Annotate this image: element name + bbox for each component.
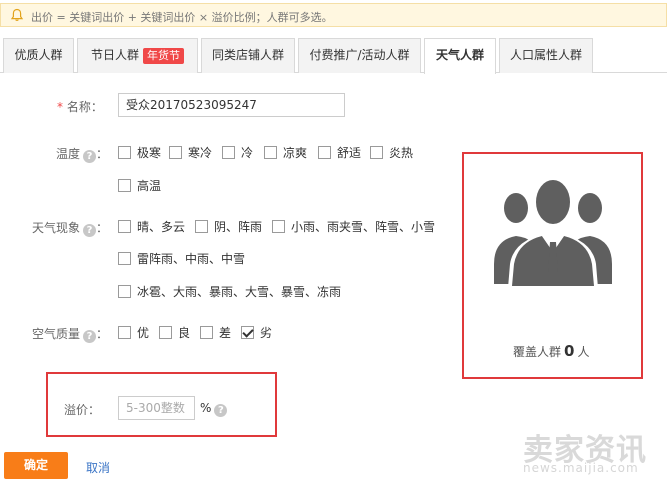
checkbox-checked[interactable] (241, 326, 254, 339)
checkbox[interactable] (118, 285, 131, 298)
checkbox[interactable] (370, 146, 383, 159)
air-quality-label: 空气质量?： (32, 327, 109, 343)
coverage-number: 0 (564, 342, 575, 360)
tab-holiday-audience[interactable]: 节日人群 年货节 (77, 38, 198, 73)
tab-similar-shop-audience[interactable]: 同类店铺人群 (201, 38, 295, 73)
weather-option-light-rain[interactable]: 小雨、雨夹雪、阵雪、小雪 (272, 218, 435, 235)
premium-input[interactable]: 5-300整数 (118, 396, 195, 420)
weather-option-sunny[interactable]: 晴、多云 (118, 218, 185, 235)
checkbox[interactable] (222, 146, 235, 159)
new-year-badge: 年货节 (143, 48, 184, 64)
premium-label: 溢价： (64, 403, 101, 417)
weather-option-thunderstorm[interactable]: 雷阵雨、中雨、中雪 (118, 250, 245, 267)
tab-quality-audience[interactable]: 优质人群 (3, 38, 74, 73)
air-option-excellent[interactable]: 优 (118, 324, 149, 341)
weather-option-heavy-rain[interactable]: 冰雹、大雨、暴雨、大雪、暴雪、冻雨 (118, 283, 341, 300)
coverage-count: 覆盖人群 0 人 (513, 342, 590, 360)
notice-text: 出价 = 关键词出价 + 关键词出价 × 溢价比例；人群可多选。 (31, 11, 333, 24)
required-asterisk: * (57, 100, 67, 114)
weather-option-overcast[interactable]: 阴、阵雨 (195, 218, 262, 235)
temp-option-high[interactable]: 高温 (118, 177, 161, 194)
temp-option-hot[interactable]: 炎热 (370, 144, 413, 161)
checkbox[interactable] (159, 326, 172, 339)
checkbox[interactable] (118, 220, 131, 233)
tab-demographic-audience[interactable]: 人口属性人群 (499, 38, 593, 73)
bell-icon (10, 8, 24, 21)
checkbox[interactable] (118, 146, 131, 159)
tab-paid-promotion-audience[interactable]: 付费推广/活动人群 (298, 38, 421, 73)
checkbox[interactable] (118, 179, 131, 192)
audience-group-icon (494, 177, 612, 288)
watermark-url: news.maijia.com (523, 461, 639, 475)
checkbox[interactable] (200, 326, 213, 339)
help-icon[interactable]: ? (83, 150, 97, 163)
air-option-good[interactable]: 良 (159, 324, 190, 341)
temp-option-cold[interactable]: 寒冷 (169, 144, 212, 161)
checkbox[interactable] (118, 326, 131, 339)
checkbox[interactable] (264, 146, 277, 159)
confirm-button[interactable]: 确定 (4, 452, 68, 479)
temp-option-cool[interactable]: 冷 (222, 144, 253, 161)
help-icon[interactable]: ? (214, 404, 228, 417)
temperature-label: 温度?： (56, 147, 109, 163)
checkbox[interactable] (118, 252, 131, 265)
air-option-bad[interactable]: 劣 (241, 324, 272, 341)
temp-option-mild[interactable]: 凉爽 (264, 144, 307, 161)
cancel-link[interactable]: 取消 (86, 459, 110, 476)
premium-unit: %? (200, 401, 228, 417)
help-icon[interactable]: ? (83, 224, 97, 237)
name-label: * 名称： (57, 100, 103, 114)
checkbox[interactable] (169, 146, 182, 159)
notice-bar: 出价 = 关键词出价 + 关键词出价 × 溢价比例；人群可多选。 (0, 3, 667, 27)
checkbox[interactable] (195, 220, 208, 233)
audience-name-input[interactable]: 受众20170523095247 (118, 93, 345, 117)
tab-weather-audience[interactable]: 天气人群 (424, 38, 496, 74)
checkbox[interactable] (272, 220, 285, 233)
help-icon[interactable]: ? (83, 330, 97, 343)
air-option-poor[interactable]: 差 (200, 324, 231, 341)
temp-option-comfortable[interactable]: 舒适 (318, 144, 361, 161)
audience-tabs: 优质人群 节日人群 年货节 同类店铺人群 付费推广/活动人群 天气人群 人口属性人… (0, 38, 667, 74)
temp-option-extreme-cold[interactable]: 极寒 (118, 144, 161, 161)
checkbox[interactable] (318, 146, 331, 159)
weather-label: 天气现象?： (32, 221, 109, 237)
